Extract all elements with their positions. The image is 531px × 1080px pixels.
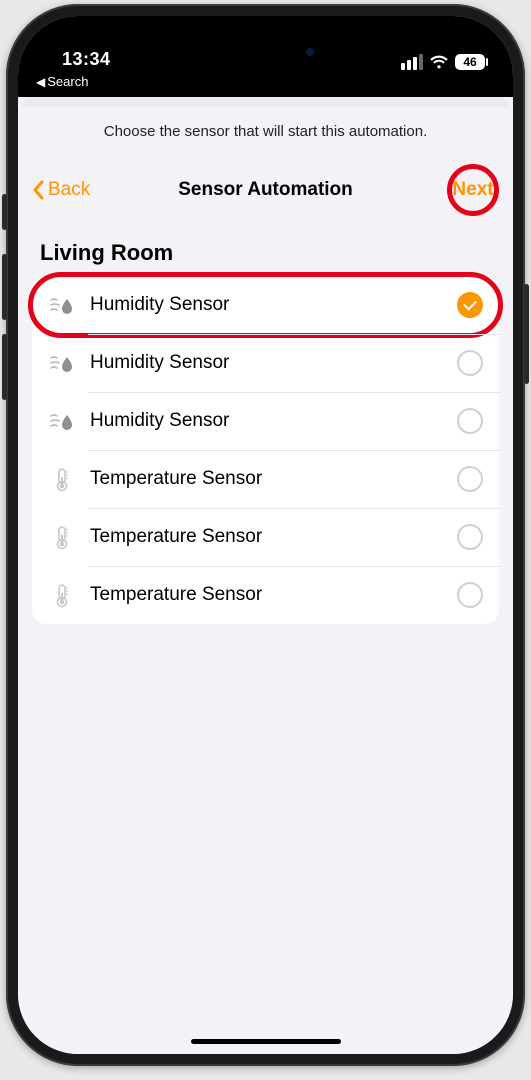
content: Choose the sensor that will start this a…: [18, 97, 513, 1054]
temperature-icon: [48, 581, 76, 609]
volume-down: [2, 334, 7, 400]
sensor-label: Humidity Sensor: [90, 352, 443, 374]
instruction-text: Choose the sensor that will start this a…: [18, 107, 513, 150]
battery-icon: 46: [455, 54, 485, 70]
phone-bezel: 13:34 46 ◀ Search Choose the sensor that…: [6, 4, 525, 1066]
back-button[interactable]: Back: [32, 179, 90, 201]
humidity-icon: [48, 291, 76, 319]
next-label: Next: [452, 179, 493, 201]
sensor-label: Humidity Sensor: [90, 294, 443, 316]
volume-up: [2, 254, 7, 320]
sensor-row[interactable]: Humidity Sensor: [32, 276, 499, 334]
sensor-label: Humidity Sensor: [90, 410, 443, 432]
sensor-row[interactable]: Humidity Sensor: [32, 334, 499, 392]
radio-unselected[interactable]: [457, 582, 483, 608]
breadcrumb-label: Search: [47, 74, 88, 89]
radio-unselected[interactable]: [457, 350, 483, 376]
radio-unselected[interactable]: [457, 524, 483, 550]
sensor-label: Temperature Sensor: [90, 526, 443, 548]
nav-bar: Back Sensor Automation Next: [18, 150, 513, 234]
sheet-background-peek: [22, 97, 509, 107]
dynamic-island: [204, 34, 328, 70]
wifi-icon: [429, 55, 449, 70]
sensor-row[interactable]: Temperature Sensor: [32, 566, 499, 624]
breadcrumb[interactable]: ◀ Search: [18, 72, 513, 97]
camera-dot-icon: [306, 48, 314, 56]
section-header: Living Room: [18, 234, 513, 276]
humidity-icon: [48, 349, 76, 377]
screen: 13:34 46 ◀ Search Choose the sensor that…: [18, 16, 513, 1054]
temperature-icon: [48, 465, 76, 493]
power-button: [524, 284, 529, 384]
back-caret-icon: ◀: [36, 75, 45, 89]
chevron-left-icon: [32, 180, 44, 200]
cellular-icon: [401, 54, 423, 70]
sensor-list: Humidity Sensor Humidity Sensor Humidity…: [32, 276, 499, 624]
humidity-icon: [48, 407, 76, 435]
radio-selected[interactable]: [457, 292, 483, 318]
radio-unselected[interactable]: [457, 408, 483, 434]
mute-switch: [2, 194, 7, 230]
page-title: Sensor Automation: [178, 179, 353, 201]
sensor-row[interactable]: Temperature Sensor: [32, 450, 499, 508]
radio-unselected[interactable]: [457, 466, 483, 492]
sensor-row[interactable]: Humidity Sensor: [32, 392, 499, 450]
next-button[interactable]: Next: [447, 164, 499, 216]
sensor-row[interactable]: Temperature Sensor: [32, 508, 499, 566]
back-label: Back: [48, 179, 90, 201]
home-indicator[interactable]: [191, 1039, 341, 1044]
temperature-icon: [48, 523, 76, 551]
sensor-label: Temperature Sensor: [90, 584, 443, 606]
sensor-label: Temperature Sensor: [90, 468, 443, 490]
